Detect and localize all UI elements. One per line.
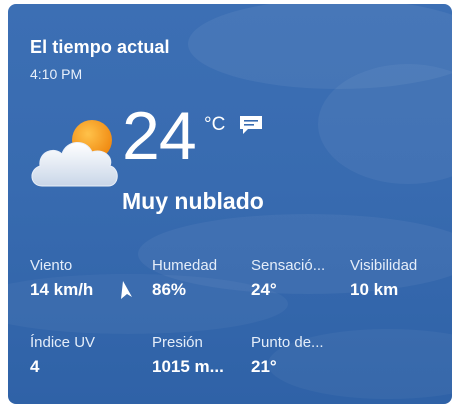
metric-value: 4 xyxy=(30,357,40,376)
metric-humidity: Humedad 86% xyxy=(152,257,246,300)
metric-label: Presión xyxy=(152,334,203,351)
metric-value: 1015 m... xyxy=(152,357,224,376)
current-weather-card[interactable]: El tiempo actual 4:10 PM 24 °C Muy nubla… xyxy=(8,4,452,404)
metric-label: Punto de... xyxy=(251,334,324,351)
metric-feels-like: Sensació... 24° xyxy=(251,257,345,300)
metric-pressure: Presión 1015 m... xyxy=(152,334,246,377)
current-temperature: 24 xyxy=(122,98,197,174)
metric-uv-index: Índice UV 4 xyxy=(30,334,124,377)
metric-label: Viento xyxy=(30,257,73,274)
metric-label: Visibilidad xyxy=(350,257,418,274)
metric-value: 21° xyxy=(251,357,277,376)
metric-dew-point: Punto de... 21° xyxy=(251,334,345,377)
weather-condition: Muy nublado xyxy=(122,188,264,214)
feedback-icon[interactable] xyxy=(239,115,263,135)
metric-label: Humedad xyxy=(152,257,218,274)
card-title: El tiempo actual xyxy=(30,37,170,57)
metric-value: 14 km/h xyxy=(30,280,94,299)
metric-visibility: Visibilidad 10 km xyxy=(350,257,444,300)
metric-label: Índice UV xyxy=(30,334,96,351)
mostly-cloudy-icon xyxy=(31,120,118,187)
metric-value: 10 km xyxy=(350,280,399,299)
metric-label: Sensació... xyxy=(251,257,326,274)
temperature-unit-toggle[interactable]: °C xyxy=(204,114,225,136)
update-time: 4:10 PM xyxy=(30,66,83,82)
metric-wind: Viento 14 km/h xyxy=(30,257,124,300)
wind-direction-icon xyxy=(121,281,132,299)
metric-value: 24° xyxy=(251,280,277,299)
metric-value: 86% xyxy=(152,280,187,299)
